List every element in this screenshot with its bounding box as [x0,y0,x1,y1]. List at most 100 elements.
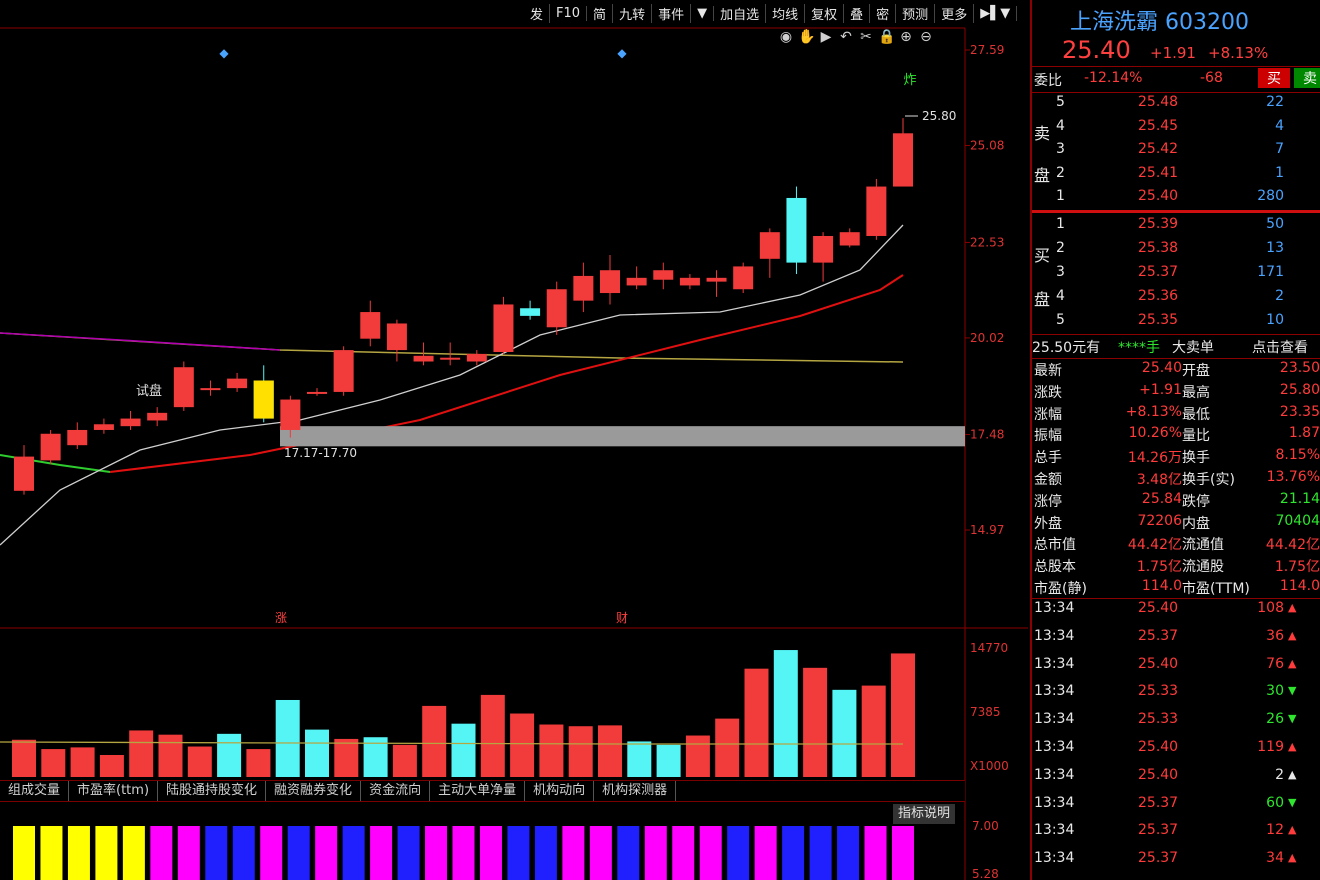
candle-body [413,355,434,362]
ask-level: 4 [1056,117,1065,134]
volume-bar [656,744,681,777]
ask-level: 1 [1056,188,1065,204]
toolbar-item-6[interactable]: 加自选 [714,3,767,23]
stat-value: 8.15% [1275,447,1320,464]
toolbar-item-12[interactable]: 更多 [935,3,975,23]
stat-value: 1.87 [1288,425,1320,442]
indicator-tab-1[interactable]: 市盈率(ttm) [69,781,159,801]
divider [1032,66,1320,67]
indicator-bar [287,826,310,880]
candle-body [360,312,381,339]
stat-value: 44.42亿 [1265,537,1320,554]
toolbar-item-11[interactable]: 预测 [896,3,936,23]
toolbar-item-8[interactable]: 复权 [805,3,845,23]
indicator-tab-2[interactable]: 陆股通持股变化 [158,781,267,801]
stat-label: 最低 [1182,406,1210,423]
indicator-tab-6[interactable]: 机构动向 [525,781,595,801]
stat-label: 市盈(TTM) [1182,581,1250,597]
indicator-bar [342,826,365,880]
tick-volume: 108 [1257,600,1284,616]
volume-bar [539,724,564,777]
bid-volume: 10 [1266,312,1284,328]
ask-price: 25.48 [1138,94,1179,110]
volume-bar [480,694,505,777]
zoom-in-icon[interactable]: ⊕ [898,29,914,45]
indicator-bar [672,826,695,880]
candle-body [706,277,727,282]
indicator-bar [397,826,420,880]
tick-time: 13:34 [1034,711,1075,728]
indicator-tab-7[interactable]: 机构探测器 [594,781,677,801]
toolbar-item-5[interactable]: ▼ [691,5,715,21]
indicator-bar [864,826,887,880]
indicator-tick-label: 5.28 [972,867,999,880]
volume-bar [744,668,769,777]
undo-icon[interactable]: ↶ [838,29,854,45]
stat-value: 23.35 [1279,403,1320,420]
quote-panel: 上海洗霸 603200 25.40 +1.91 +8.13% 委比 -12.14% -68 买… [1030,0,1320,880]
weibi-value: -12.14% [1084,70,1143,86]
toolbar-item-0[interactable]: 发 [524,3,551,23]
stat-label: 涨跌 [1034,384,1062,401]
tick-price: 25.37 [1138,822,1179,839]
tick-time: 13:34 [1034,683,1075,700]
candle-body [280,399,301,430]
price-tick-label: 27.59 [970,43,1004,57]
volume-bar [275,699,300,777]
zoom-out-icon[interactable]: ⊖ [918,29,934,45]
toolbar-item-1[interactable]: F10 [550,5,588,21]
support-band [280,426,965,447]
buy-button[interactable]: 买 [1258,68,1290,88]
indicator-tab-4[interactable]: 资金流向 [361,781,431,801]
candlestick-chart: 27.59 25.08 22.53 20.02 17.48 14.97 ◆ ◆ 炸 25.80 试盘… [0,27,1028,880]
indicator-tab-5[interactable]: 主动大单净量 [430,781,526,801]
indicator-bar [892,826,914,880]
candle-body [67,429,88,446]
play-icon[interactable]: ▶ [818,29,834,45]
lock-icon[interactable]: 🔒 [878,29,895,45]
volume-bar [422,705,447,777]
indicator-bar [67,826,90,880]
stat-value: 1.75亿 [1136,559,1182,576]
annotation-marker: 财 [616,611,628,625]
indicator-tabs: 组成交量 市盈率(ttm) 陆股通持股变化 融资融券变化 资金流向 主动大单净量 机构动向机… [0,780,965,802]
candle-body [626,277,647,286]
toolbar-item-3[interactable]: 九转 [613,3,653,23]
chart-stage: 27.59 25.08 22.53 20.02 17.48 14.97 ◆ ◆ 炸 25.80 试盘… [0,0,1320,880]
ask-volume: 280 [1257,188,1284,204]
indicator-tab-0[interactable]: 组成交量 [0,781,70,801]
candle-body [520,308,541,316]
toolbar-item-2[interactable]: 简 [587,3,614,23]
candle-body [386,323,407,351]
tick-direction-icon: ▲ [1288,851,1297,865]
toolbar-item-4[interactable]: 事件 [652,3,692,23]
tick-volume: 12 [1266,822,1284,839]
stat-value: 3.48亿 [1136,472,1182,488]
annotation-text: 试盘 [136,383,162,399]
marker-diamond: ◆ [219,46,229,60]
tick-direction-icon: ▲ [1288,628,1297,642]
toolbar-item-13[interactable]: ▶▌▼ [974,5,1018,21]
tick-direction-icon: ▲ [1288,823,1297,837]
volume-bar [334,738,359,777]
eye-icon[interactable]: ◉ [778,29,794,45]
indicator-explain-button[interactable]: 指标说明 [893,804,955,824]
bid-level: 4 [1056,288,1065,304]
candle-body [40,433,61,461]
toolbar-item-7[interactable]: 均线 [766,3,806,23]
indicator-tab-3[interactable]: 融资融券变化 [266,781,362,801]
tick-price: 25.40 [1138,600,1179,616]
hand-icon[interactable]: ✋ [798,29,815,45]
toolbar-item-10[interactable]: 密 [870,3,897,23]
big-order-view-link[interactable]: 点击查看 [1252,337,1308,357]
scissors-icon[interactable]: ✂ [858,29,874,45]
stat-value: 114.0 [1279,578,1320,594]
candle-body [813,235,834,263]
toolbar-item-9[interactable]: 叠 [844,3,871,23]
volume-bar [305,729,329,777]
stat-label: 跌停 [1182,493,1210,510]
chart-icon-bar: ◉ ✋ ▶ ↶ ✂ 🔒 ⊕ ⊖ [778,29,934,45]
tick-price: 25.37 [1138,850,1179,867]
sell-button[interactable]: 卖 [1294,68,1320,88]
stat-value: +1.91 [1139,381,1182,398]
